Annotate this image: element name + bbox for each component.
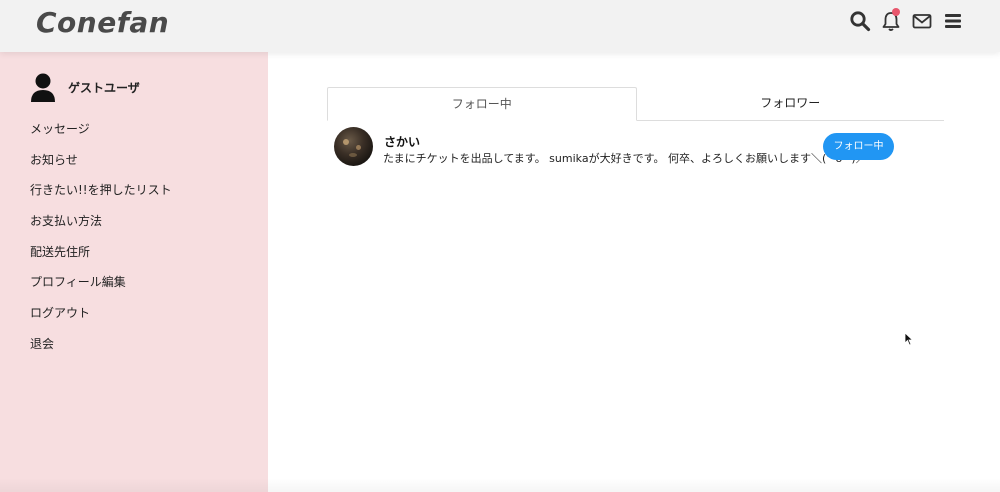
sidebar-item-edit-profile[interactable]: プロフィール編集: [30, 267, 172, 298]
sidebar-item-withdraw[interactable]: 退会: [30, 329, 172, 360]
user-bio: たまにチケットを出品してます。 sumikaが大好きです。 何卒、よろしくお願い…: [383, 152, 867, 165]
sidebar-user[interactable]: ゲストユーザ: [30, 72, 140, 102]
sidebar-item-shipping-address[interactable]: 配送先住所: [30, 237, 172, 268]
sidebar-user-name: ゲストユーザ: [68, 80, 140, 95]
following-button[interactable]: フォロー中: [823, 133, 894, 160]
notification-dot: [892, 8, 900, 16]
sidebar-menu: メッセージ お知らせ 行きたい!!を押したリスト お支払い方法 配送先住所 プロ…: [30, 114, 172, 360]
follow-tabs: フォロー中 フォロワー: [327, 87, 944, 121]
tab-followers[interactable]: フォロワー: [637, 87, 945, 120]
mail-icon[interactable]: [911, 10, 933, 32]
main-content: フォロー中 フォロワー さかい たまにチケットを出品してます。 sumikaが大…: [268, 52, 1000, 492]
sidebar-item-payment-method[interactable]: お支払い方法: [30, 206, 172, 237]
sidebar-item-want-to-go-list[interactable]: 行きたい!!を押したリスト: [30, 175, 172, 206]
sidebar-item-notifications[interactable]: お知らせ: [30, 145, 172, 176]
sidebar-item-messages[interactable]: メッセージ: [30, 114, 172, 145]
app-logo[interactable]: Conefan: [36, 6, 169, 39]
sidebar-item-logout[interactable]: ログアウト: [30, 298, 172, 329]
hamburger-menu-icon[interactable]: [942, 10, 964, 32]
tab-following[interactable]: フォロー中: [327, 87, 637, 121]
bell-icon[interactable]: [880, 8, 902, 32]
avatar[interactable]: [334, 127, 373, 166]
user-name[interactable]: さかい: [384, 133, 420, 150]
header-icons: [849, 8, 964, 32]
mouse-cursor-icon: [904, 332, 914, 346]
list-item: さかい たまにチケットを出品してます。 sumikaが大好きです。 何卒、よろし…: [334, 127, 934, 167]
sidebar: ゲストユーザ メッセージ お知らせ 行きたい!!を押したリスト お支払い方法 配…: [0, 52, 268, 492]
user-avatar-icon: [30, 72, 56, 102]
search-icon[interactable]: [849, 10, 871, 32]
header-bar: Conefan: [0, 0, 1000, 52]
